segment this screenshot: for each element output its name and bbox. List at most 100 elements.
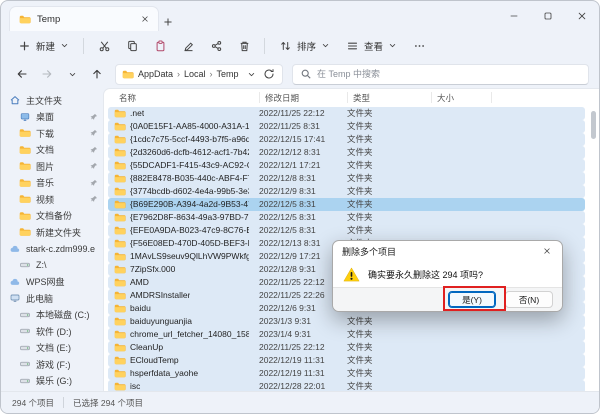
- file-row[interactable]: {EFE0A9DA-B023-47c9-8C76-B73033... 2022/…: [108, 224, 585, 237]
- view-button[interactable]: 查看: [339, 35, 404, 57]
- toolbar-divider: [264, 38, 265, 54]
- folder-icon: [19, 128, 31, 138]
- address-box[interactable]: AppData›Local›Temp: [115, 64, 283, 85]
- pin-icon: [90, 195, 98, 203]
- navigation-pane: 主文件夹 桌面 下载 文档 图片 音乐 视频 文档备份 新建文件: [1, 88, 103, 391]
- file-row[interactable]: ECloudTemp 2022/12/19 11:31 文件夹: [108, 354, 585, 367]
- breadcrumb-separator: ›: [177, 69, 180, 79]
- warning-icon: [343, 267, 360, 282]
- file-name: {E7962D8F-8634-49a3-97BD-7216C3...: [130, 212, 249, 222]
- file-row[interactable]: {E7962D8F-8634-49a3-97BD-7216C3... 2022/…: [108, 211, 585, 224]
- recent-locations-button[interactable]: [61, 63, 83, 85]
- new-tab-button[interactable]: [159, 13, 177, 31]
- paste-button[interactable]: [147, 34, 173, 57]
- sidebar-item-this-pc[interactable]: 此电脑: [6, 290, 101, 307]
- no-button[interactable]: 否(N): [505, 291, 553, 308]
- vertical-scrollbar[interactable]: [589, 107, 598, 388]
- file-date: 2022/12/6 9:31: [254, 303, 342, 313]
- item-count: 294 个项目: [12, 397, 54, 409]
- sidebar-item-docs-backup[interactable]: 文档备份: [6, 208, 101, 225]
- sidebar-item-videos[interactable]: 视频: [6, 191, 101, 208]
- view-icon: [346, 40, 359, 52]
- share-button[interactable]: [203, 34, 229, 57]
- sidebar-item-documents[interactable]: 文档: [6, 142, 101, 159]
- minimize-button[interactable]: [497, 1, 531, 30]
- breadcrumb-item[interactable]: Local: [184, 69, 206, 79]
- paste-icon: [154, 40, 167, 52]
- maximize-button[interactable]: [531, 1, 565, 30]
- breadcrumb-item[interactable]: AppData: [138, 69, 173, 79]
- folder-icon: [114, 239, 126, 248]
- file-row[interactable]: .net 2022/11/25 22:12 文件夹: [108, 107, 585, 120]
- file-row[interactable]: {B69E290B-A394-4a2d-9B53-476596... 2022/…: [108, 198, 585, 211]
- sidebar-item-pictures[interactable]: 图片: [6, 158, 101, 175]
- sidebar-item-desktop[interactable]: 桌面: [6, 109, 101, 126]
- file-row[interactable]: {3774bcdb-d602-4e4a-99b5-3e3279... 2022/…: [108, 185, 585, 198]
- cloud-icon: [9, 277, 21, 287]
- close-button[interactable]: [565, 1, 599, 30]
- sidebar-item-disk-e[interactable]: 文档 (E:): [6, 340, 101, 357]
- scrollbar-thumb[interactable]: [591, 111, 596, 139]
- file-row[interactable]: baiduyunguanjia 2023/1/3 9:31 文件夹: [108, 315, 585, 328]
- sidebar-item-new-folder[interactable]: 新建文件夹: [6, 224, 101, 241]
- folder-icon: [19, 15, 31, 24]
- sidebar-item-wps-cloud[interactable]: WPS网盘: [6, 274, 101, 291]
- file-row[interactable]: hsperfdata_yaohe 2022/12/19 11:31 文件夹: [108, 367, 585, 380]
- dialog-close-button[interactable]: [532, 242, 562, 261]
- sidebar-item-z-drive[interactable]: Z:\: [6, 257, 101, 274]
- file-name: 7ZipSfx.000: [130, 264, 175, 274]
- up-button[interactable]: [86, 63, 108, 85]
- file-type: 文件夹: [342, 146, 426, 158]
- copy-button[interactable]: [119, 34, 145, 57]
- sort-icon: [279, 40, 292, 52]
- chevron-down-icon: [68, 70, 77, 79]
- sidebar-item-music[interactable]: 音乐: [6, 175, 101, 192]
- column-header-type[interactable]: 类型: [348, 92, 432, 103]
- minimize-icon: [509, 11, 519, 21]
- file-row[interactable]: isc 2022/12/28 22:01 文件夹: [108, 380, 585, 391]
- file-row[interactable]: {0A0E15F1-AA85-4000-A31A-13A94... 2022/1…: [108, 120, 585, 133]
- sidebar-item-disk-c[interactable]: 本地磁盘 (C:): [6, 307, 101, 324]
- column-header-size[interactable]: 大小: [432, 92, 492, 103]
- cut-button[interactable]: [91, 34, 117, 57]
- file-row[interactable]: chrome_url_fetcher_14080_1587440... 2023…: [108, 328, 585, 341]
- pin-icon: [90, 129, 98, 137]
- back-button[interactable]: [11, 63, 33, 85]
- folder-icon: [19, 211, 31, 221]
- forward-button[interactable]: [36, 63, 58, 85]
- refresh-button[interactable]: [262, 66, 276, 82]
- folder-icon: [114, 252, 126, 261]
- file-date: 2022/12/9 17:21: [254, 251, 342, 261]
- file-type: 文件夹: [342, 224, 426, 236]
- rename-button[interactable]: [175, 34, 201, 57]
- address-dropdown-button[interactable]: [244, 66, 258, 82]
- tab-close-button[interactable]: [136, 10, 154, 28]
- file-row[interactable]: CleanUp 2022/11/25 22:12 文件夹: [108, 341, 585, 354]
- file-row[interactable]: {1cdc7c75-5ccf-4493-b7f5-a96db9... 2022/…: [108, 133, 585, 146]
- file-type: 文件夹: [342, 328, 426, 340]
- sidebar-item-home[interactable]: 主文件夹: [6, 92, 101, 109]
- sidebar-item-disk-g[interactable]: 娱乐 (G:): [6, 373, 101, 390]
- search-input[interactable]: [317, 69, 581, 79]
- sidebar-item-disk-d[interactable]: 软件 (D:): [6, 323, 101, 340]
- sidebar-item-stark-sync[interactable]: stark-c.zdm999.e: [6, 241, 101, 258]
- breadcrumb-item[interactable]: Temp: [217, 69, 239, 79]
- titlebar: Temp: [1, 1, 599, 31]
- column-header-name[interactable]: 名称: [114, 92, 260, 103]
- file-date: 2022/11/25 22:12: [254, 342, 342, 352]
- file-row[interactable]: {2d3260d6-dcfb-4612-acf1-7b42047... 2022…: [108, 146, 585, 159]
- sidebar-item-downloads[interactable]: 下载: [6, 125, 101, 142]
- new-button[interactable]: 新建: [11, 35, 76, 57]
- sidebar-item-disk-f[interactable]: 游戏 (F:): [6, 356, 101, 373]
- close-icon: [141, 15, 149, 23]
- file-row[interactable]: {55DCADF1-F415-43c9-AC92-CD512... 2022/1…: [108, 159, 585, 172]
- refresh-icon: [263, 68, 275, 80]
- column-header-date[interactable]: 修改日期: [260, 92, 348, 103]
- tab-temp[interactable]: Temp: [9, 6, 159, 31]
- drive-icon: [19, 260, 31, 270]
- delete-button[interactable]: [231, 34, 257, 57]
- address-bar: AppData›Local›Temp: [1, 60, 599, 88]
- sort-button[interactable]: 排序: [272, 35, 337, 57]
- file-row[interactable]: {882E8478-B035-440c-ABF4-F7262D... 2022/…: [108, 172, 585, 185]
- more-button[interactable]: [406, 34, 432, 57]
